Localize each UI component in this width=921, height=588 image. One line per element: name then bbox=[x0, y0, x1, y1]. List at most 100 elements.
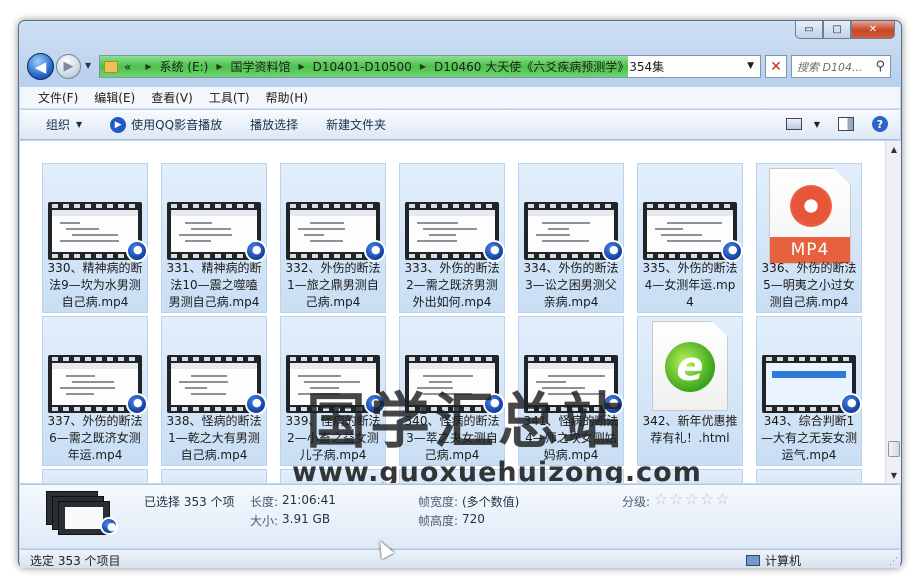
file-item[interactable]: 332、外伤的断法1—旅之鼎男测自己病.mp4 bbox=[280, 163, 386, 313]
breadcrumb-separator-icon[interactable]: ▶ bbox=[145, 62, 151, 71]
search-icon[interactable]: ⚲ bbox=[875, 59, 885, 74]
chevron-down-icon: ▼ bbox=[76, 120, 83, 129]
qq-player-badge-icon bbox=[245, 240, 267, 262]
address-bar[interactable]: « ▶ 系统 (E:) ▶ 国学资料馆 ▶ D10401-D10500 ▶ D10460 大天… bbox=[99, 55, 761, 78]
file-item[interactable]: MP4 336、外伤的断法5—明夷之小过女测自己病.mp4 bbox=[756, 163, 862, 313]
view-controls: ▼ ? bbox=[785, 116, 888, 132]
breadcrumb-item[interactable]: D10460 大天使《六爻疾病预测学》354集 bbox=[434, 58, 664, 75]
playlist-label: 播放选择 bbox=[250, 118, 299, 132]
command-bar: 组织 ▼ ▶ 使用QQ影音播放 播放选择 新建文件夹 ▼ ? bbox=[20, 110, 900, 140]
file-item[interactable]: 343、综合判断1—大有之无妄女测运气.mp4 bbox=[756, 316, 862, 466]
file-name: 337、外伤的断法6—需之既济女测年运.mp4 bbox=[47, 414, 143, 462]
scroll-down-icon[interactable]: ▼ bbox=[886, 467, 902, 483]
view-chevron-down-icon[interactable]: ▼ bbox=[814, 120, 820, 129]
recent-pages-dropdown[interactable]: ▼ bbox=[85, 61, 91, 70]
menu-item[interactable]: 查看(V) bbox=[151, 89, 193, 106]
breadcrumb-separator-icon[interactable]: ▶ bbox=[216, 62, 222, 71]
length-key: 长度: bbox=[250, 495, 279, 509]
rating-key: 分级: bbox=[622, 495, 651, 509]
qq-play-label: 使用QQ影音播放 bbox=[131, 118, 223, 132]
status-location-label: 计算机 bbox=[765, 554, 802, 568]
file-item[interactable]: 333、外伤的断法2—需之既济男测外出如何.mp4 bbox=[399, 163, 505, 313]
rating-stars[interactable]: ☆☆☆☆☆ bbox=[654, 490, 731, 508]
resize-grip-icon[interactable]: ⋰ bbox=[889, 557, 898, 567]
frame-height-value: 720 bbox=[462, 512, 485, 526]
selection-thumbnail bbox=[46, 491, 118, 539]
breadcrumb-item[interactable]: 国学资料馆 bbox=[230, 58, 290, 75]
organize-label: 组织 bbox=[46, 118, 71, 132]
file-item[interactable]: 338、怪病的断法1—乾之大有男测自己病.mp4 bbox=[161, 316, 267, 466]
minimize-button[interactable]: ▭ bbox=[795, 21, 823, 39]
file-name: 335、外伤的断法4—女测年运.mp4 bbox=[642, 261, 738, 309]
selected-count: 已选择 353 个项 bbox=[144, 495, 235, 509]
back-button[interactable]: ◀ bbox=[27, 53, 54, 80]
breadcrumb: « ▶ 系统 (E:) ▶ 国学资料馆 ▶ D10401-D10500 ▶ D10460 大天… bbox=[104, 56, 760, 77]
breadcrumb-item[interactable]: 系统 (E:) bbox=[160, 58, 209, 75]
qq-player-badge-icon bbox=[245, 393, 267, 415]
preview-pane-icon[interactable] bbox=[838, 117, 854, 131]
folder-icon bbox=[104, 60, 118, 73]
length-value: 21:06:41 bbox=[282, 493, 336, 507]
close-button[interactable]: ✕ bbox=[851, 21, 895, 39]
file-item[interactable]: 330、精神病的断法9—坎为水男测自己病.mp4 bbox=[42, 163, 148, 313]
size-key: 大小: bbox=[250, 514, 279, 528]
file-name: 343、综合判断1—大有之无妄女测运气.mp4 bbox=[760, 414, 857, 462]
organize-button[interactable]: 组织 ▼ bbox=[46, 116, 82, 133]
breadcrumb-overflow[interactable]: « bbox=[124, 60, 131, 74]
view-mode-icon[interactable] bbox=[785, 118, 802, 130]
breadcrumb-separator-icon[interactable]: ▶ bbox=[298, 62, 304, 71]
mp4-file-icon: MP4 bbox=[769, 168, 851, 264]
file-item[interactable] bbox=[42, 469, 148, 483]
menu-item[interactable]: 帮助(H) bbox=[266, 89, 308, 106]
menu-item[interactable]: 编辑(E) bbox=[94, 89, 135, 106]
vertical-scrollbar[interactable]: ▲ ▼ bbox=[885, 141, 901, 483]
menu-item[interactable]: 工具(T) bbox=[209, 89, 250, 106]
computer-icon bbox=[746, 555, 760, 566]
file-name: 334、外伤的断法3—讼之困男测父亲病.mp4 bbox=[523, 261, 619, 309]
qq-player-badge-icon bbox=[126, 393, 148, 415]
frame-width-value: (多个数值) bbox=[462, 495, 520, 509]
status-selection: 选定 353 个项目 bbox=[30, 554, 121, 568]
file-name: 331、精神病的断法10—震之噬嗑男测自己病.mp4 bbox=[166, 261, 262, 309]
qq-play-button[interactable]: ▶ 使用QQ影音播放 bbox=[110, 116, 222, 133]
maximize-button[interactable]: □ bbox=[823, 21, 851, 39]
explorer-window: ▭ □ ✕ ◀ ▶ ▼ « ▶ 系统 (E:) ▶ 国学资料馆 ▶ D10401-D105… bbox=[18, 20, 902, 568]
new-folder-button[interactable]: 新建文件夹 bbox=[326, 116, 386, 133]
stop-refresh-button[interactable]: ✕ bbox=[765, 55, 787, 78]
qq-player-icon: ▶ bbox=[110, 116, 127, 133]
scroll-thumb[interactable] bbox=[888, 441, 900, 457]
frame-height-key: 帧高度: bbox=[418, 514, 459, 528]
file-item[interactable]: 331、精神病的断法10—震之噬嗑男测自己病.mp4 bbox=[161, 163, 267, 313]
video-badge-icon bbox=[100, 517, 118, 535]
file-name: 333、外伤的断法2—需之既济男测外出如何.mp4 bbox=[404, 261, 500, 309]
breadcrumb-separator-icon[interactable]: ▶ bbox=[420, 62, 426, 71]
file-name: 336、外伤的断法5—明夷之小过女测自己病.mp4 bbox=[761, 261, 857, 309]
status-bar: 选定 353 个项目 计算机 ⋰ bbox=[20, 549, 900, 568]
details-pane: 已选择 353 个项 长度: 21:06:41 大小: 3.91 GB 帧宽度:… bbox=[20, 484, 900, 548]
file-name: 332、外伤的断法1—旅之鼎男测自己病.mp4 bbox=[285, 261, 381, 309]
search-input[interactable]: 搜索 D104... ⚲ bbox=[791, 55, 891, 78]
window-controls: ▭ □ ✕ bbox=[795, 21, 895, 39]
file-item[interactable] bbox=[161, 469, 267, 483]
file-item[interactable]: 335、外伤的断法4—女测年运.mp4 bbox=[637, 163, 743, 313]
file-name: 338、怪病的断法1—乾之大有男测自己病.mp4 bbox=[166, 414, 262, 462]
file-name: 342、新年优惠推荐有礼！.html bbox=[642, 414, 738, 445]
file-list[interactable]: 343、综合判断1—大有之无妄女测运气.mp4 e 342、新年优惠推荐有礼！.ht… bbox=[20, 141, 885, 483]
scroll-up-icon[interactable]: ▲ bbox=[886, 141, 902, 157]
search-placeholder: 搜索 D104... bbox=[797, 60, 863, 74]
watermark-title: 国学汇总站 bbox=[306, 387, 626, 457]
file-item[interactable] bbox=[756, 469, 862, 483]
browser-logo-icon: e bbox=[665, 342, 715, 392]
help-icon[interactable]: ? bbox=[872, 116, 888, 132]
file-name: 330、精神病的断法9—坎为水男测自己病.mp4 bbox=[47, 261, 143, 309]
breadcrumb-item[interactable]: D10401-D10500 bbox=[313, 60, 412, 74]
forward-button[interactable]: ▶ bbox=[56, 54, 81, 79]
file-item[interactable]: 334、外伤的断法3—讼之困男测父亲病.mp4 bbox=[518, 163, 624, 313]
watermark-url: www.guoxuehuizong.com bbox=[292, 457, 702, 483]
menu-item[interactable]: 文件(F) bbox=[38, 89, 78, 106]
qq-player-badge-icon bbox=[483, 240, 505, 262]
playlist-button[interactable]: 播放选择 bbox=[250, 116, 298, 133]
address-dropdown-icon[interactable]: ▼ bbox=[747, 61, 754, 71]
file-item[interactable]: 337、外伤的断法6—需之既济女测年运.mp4 bbox=[42, 316, 148, 466]
file-item[interactable]: e 342、新年优惠推荐有礼！.html bbox=[637, 316, 743, 466]
